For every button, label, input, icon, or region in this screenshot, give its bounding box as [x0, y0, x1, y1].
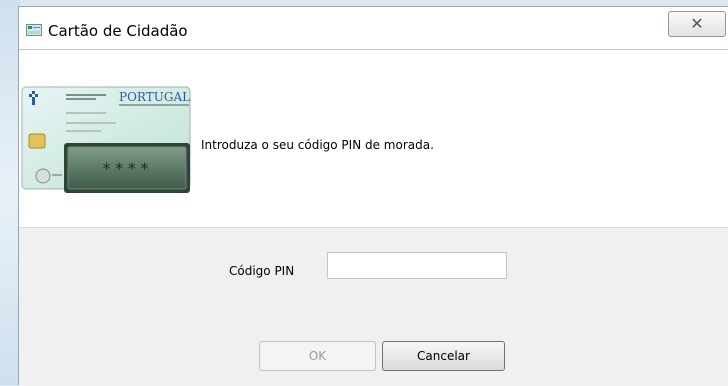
card-masked-pin: ****	[102, 159, 153, 178]
close-icon: ✕	[690, 14, 704, 33]
cancel-button[interactable]: Cancelar	[382, 341, 505, 371]
title-bar: Cartão de Cidadão ✕	[19, 7, 728, 49]
pin-label: Código PIN	[229, 264, 295, 278]
card-country-text: PORTUGAL	[119, 90, 190, 104]
pin-prompt: Introduza o seu código PIN de morada.	[201, 138, 434, 152]
form-area: Código PIN OK Cancelar	[19, 227, 728, 386]
app-card-icon	[26, 24, 42, 36]
dialog-header: PORTUGAL **** Introduza o seu código PIN…	[19, 50, 728, 227]
desktop-background	[0, 0, 20, 385]
pin-dialog: Cartão de Cidadão ✕ PORTUGAL **** Introd…	[18, 6, 728, 386]
window-title: Cartão de Cidadão	[48, 22, 188, 40]
id-card-pin-icon: PORTUGAL ****	[21, 86, 191, 193]
pin-input[interactable]	[327, 252, 507, 279]
close-button[interactable]: ✕	[668, 11, 726, 37]
ok-button[interactable]: OK	[259, 341, 376, 371]
